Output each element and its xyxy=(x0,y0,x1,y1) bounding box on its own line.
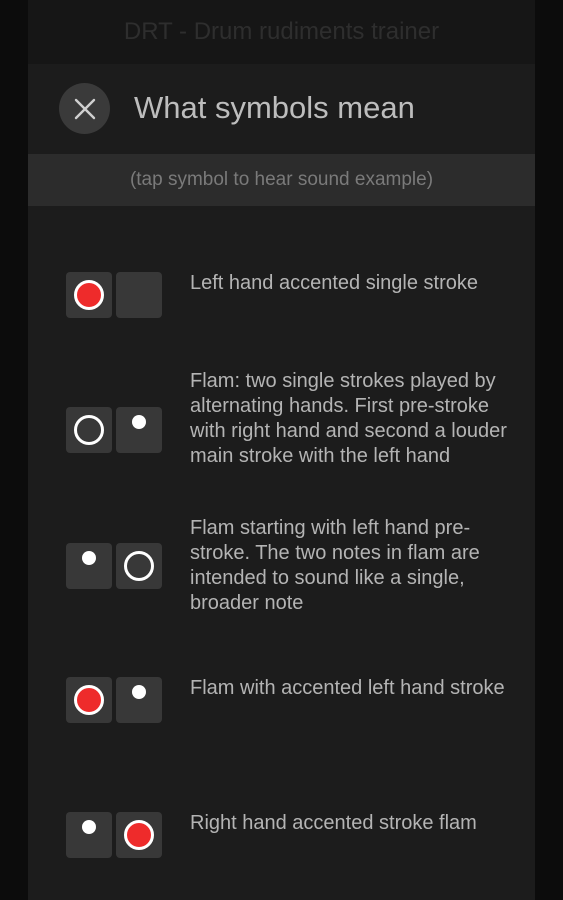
hint-text: (tap symbol to hear sound example) xyxy=(129,169,434,190)
right-hand-cell xyxy=(116,272,162,318)
close-button[interactable] xyxy=(59,83,110,134)
accented-stroke-icon xyxy=(74,685,104,715)
symbol-description: Right hand accented stroke flam xyxy=(190,812,477,834)
grace-note-icon xyxy=(132,415,146,429)
left-hand-cell xyxy=(66,812,112,858)
hint-bar: (tap symbol to hear sound example) xyxy=(28,154,535,206)
accented-stroke-icon xyxy=(124,820,154,850)
left-hand-cell xyxy=(66,543,112,589)
left-hand-cell xyxy=(66,407,112,453)
symbol-description: Flam starting with left hand pre-stroke.… xyxy=(190,517,480,614)
symbol-pair-button[interactable] xyxy=(66,677,162,723)
symbol-description: Left hand accented single stroke xyxy=(190,272,478,294)
right-hand-cell xyxy=(116,543,162,589)
dialog-header: What symbols mean xyxy=(28,64,535,154)
open-stroke-icon xyxy=(124,551,154,581)
symbol-pair-button[interactable] xyxy=(66,272,162,318)
accented-stroke-icon xyxy=(74,280,104,310)
symbol-pair-button[interactable] xyxy=(66,543,162,589)
right-hand-cell xyxy=(116,407,162,453)
left-hand-cell xyxy=(66,677,112,723)
grace-note-icon xyxy=(132,685,146,699)
close-icon xyxy=(74,98,95,119)
symbol-description: Flam with accented left hand stroke xyxy=(190,677,505,699)
right-hand-cell xyxy=(116,677,162,723)
symbol-pair-button[interactable] xyxy=(66,407,162,453)
symbols-dialog: What symbols mean (tap symbol to hear so… xyxy=(28,64,535,900)
symbol-pair-button[interactable] xyxy=(66,812,162,858)
app-title: DRT - Drum rudiments trainer xyxy=(123,18,440,45)
open-stroke-icon xyxy=(74,415,104,445)
grace-note-icon xyxy=(82,551,96,565)
left-hand-cell xyxy=(66,272,112,318)
right-hand-cell xyxy=(116,812,162,858)
dialog-title: What symbols mean xyxy=(134,90,415,125)
symbol-description: Flam: two single strokes played by alter… xyxy=(190,370,507,467)
grace-note-icon xyxy=(82,820,96,834)
app-bar: DRT - Drum rudiments trainer xyxy=(28,0,535,64)
